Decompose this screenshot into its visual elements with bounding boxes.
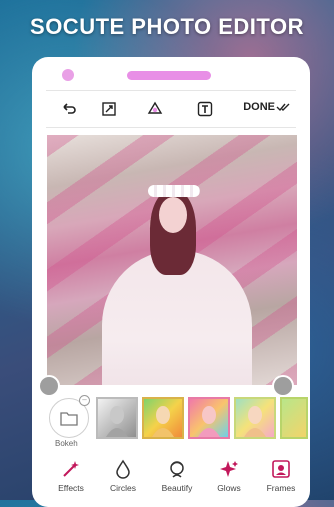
nav-label: Effects xyxy=(58,483,84,493)
nav-label: Glows xyxy=(217,483,241,493)
text-icon xyxy=(197,101,213,117)
thumb-pink-glow[interactable] xyxy=(188,397,230,439)
nav-circles[interactable]: Circles xyxy=(98,457,148,493)
double-check-icon xyxy=(276,103,290,112)
bottom-nav: Effects Circles Beautify Glows Frames xyxy=(46,457,308,501)
crop-icon xyxy=(102,102,116,116)
nav-beautify[interactable]: Beautify xyxy=(152,457,202,493)
thumb-more[interactable] xyxy=(280,397,308,439)
photo-face xyxy=(159,197,187,233)
nav-label: Frames xyxy=(266,483,296,493)
camera-dot xyxy=(62,69,74,81)
effects-strip: – Bokeh xyxy=(46,395,308,448)
done-label: DONE xyxy=(243,101,275,113)
undo-button[interactable] xyxy=(58,98,80,120)
sticker-button[interactable] xyxy=(144,98,166,120)
sparkle-icon xyxy=(220,461,238,477)
frame-icon xyxy=(272,460,290,478)
nav-glows[interactable]: Glows xyxy=(204,457,254,493)
crop-button[interactable] xyxy=(98,98,120,120)
thumb-portrait-icon xyxy=(152,406,174,437)
editor-toolbar: DONE xyxy=(46,90,296,128)
canvas-handle-left[interactable] xyxy=(38,375,60,397)
thumb-pastel[interactable] xyxy=(234,397,276,439)
thumb-portrait-icon xyxy=(198,406,220,437)
nav-label: Circles xyxy=(110,483,136,493)
folder-icon xyxy=(60,412,78,426)
photo-canvas[interactable] xyxy=(47,135,297,385)
canvas-handle-right[interactable] xyxy=(272,375,294,397)
text-button[interactable] xyxy=(194,98,216,120)
undo-icon xyxy=(63,103,76,114)
nav-frames[interactable]: Frames xyxy=(256,457,306,493)
bokeh-close-icon[interactable]: – xyxy=(79,395,90,406)
face-icon xyxy=(170,461,184,478)
drop-icon xyxy=(116,459,130,479)
speaker-bar xyxy=(127,71,211,80)
app-banner-title: SOCUTE PHOTO EDITOR xyxy=(30,14,304,39)
thumb-rainbow[interactable] xyxy=(142,397,184,439)
magic-wand-icon xyxy=(63,461,79,477)
photo-flower-crown xyxy=(148,185,200,197)
thumb-portrait-icon xyxy=(106,406,128,437)
thumb-portrait-icon xyxy=(244,406,266,437)
phone-frame: DONE – Bokeh Effects Circles Beautify Gl… xyxy=(32,57,310,507)
done-button[interactable]: DONE xyxy=(243,101,290,113)
nav-effects[interactable]: Effects xyxy=(46,457,96,493)
bokeh-label: Bokeh xyxy=(55,439,78,448)
nav-label: Beautify xyxy=(161,483,193,493)
sticker-icon xyxy=(147,101,163,114)
thumb-grayscale[interactable] xyxy=(96,397,138,439)
